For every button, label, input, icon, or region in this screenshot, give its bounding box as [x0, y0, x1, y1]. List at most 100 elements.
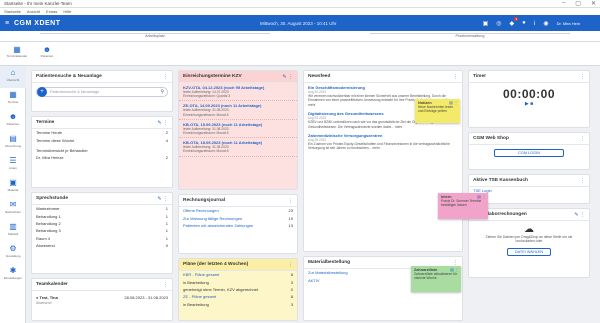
user-icon: ☻ [8, 112, 18, 121]
menu-item[interactable]: Hilfe [63, 9, 71, 14]
sticky-note[interactable]: Notizen ▤ ⋮ Neue Nachrichten lesen und E… [415, 99, 460, 123]
edit-icon[interactable]: ✎ ⋮ [157, 196, 168, 202]
sidebar: ⌂ Übersicht ▦ Termine ☻ Patienten ▤ Abrechnu… [0, 66, 26, 323]
sidebar-item-statistik[interactable]: ▥ Statistik [0, 220, 26, 242]
list-item[interactable]: Patienten mit abweichenden Zahlungen 13 [179, 222, 297, 229]
list-item[interactable]: in Bearbeitung 3 [179, 301, 297, 308]
timer-controls: ▶ ■ [469, 101, 589, 107]
sidebar-item-nachrichten[interactable]: ✉ Nachrichten [0, 198, 26, 220]
play-icon[interactable]: ▶ [525, 101, 529, 107]
chat-icon[interactable]: ◎ [496, 20, 501, 27]
list-item[interactable]: Offene Rechnungen 23 [179, 207, 297, 214]
more-icon[interactable]: ⋮ [580, 74, 585, 80]
close-window-button[interactable]: ✕ [591, 0, 596, 7]
edit-icon[interactable]: ✎ ⋮ [282, 74, 293, 80]
quick-patienten[interactable]: ☻ Patienten [34, 45, 60, 58]
menu-item[interactable]: Startseite [4, 9, 21, 14]
more-icon[interactable]: ⋮ [453, 260, 458, 266]
sidebar-item-abrechnung[interactable]: ▤ Abrechnung [0, 132, 26, 154]
app-header: ≡ CGM XDENT Mittwoch, 30. August 2023 - … [0, 15, 600, 31]
sticky-note[interactable]: Zahnarztliste ▤ ⋮ Zahnarztliste aktualis… [411, 266, 461, 292]
bell-icon[interactable]: ◆ 1 [509, 16, 519, 27]
sidebar-item-verwaltung[interactable]: ⚙ Verwaltung [0, 242, 26, 264]
list-item[interactable]: Abwesend 0 [32, 242, 172, 249]
card-title: Materialbestellung [308, 260, 351, 265]
menu-item[interactable]: Extras [46, 9, 57, 14]
list-item[interactable]: Zur Mahnung fällige Rechnungen 19 [179, 214, 297, 221]
more-icon[interactable]: ⋮ [163, 282, 168, 288]
more-icon[interactable]: ⋮ [453, 74, 458, 80]
avatar-icon[interactable]: ◉ [543, 20, 548, 27]
choose-file-button[interactable]: DATEI WÄHLEN [507, 247, 551, 256]
patient-search-field[interactable]: + Patientensuche & Neuanlage ⚲ [36, 87, 168, 97]
header-tools: ▣ ◎ ◆ 1 ● ⅰ ◉ Dr. Mira Hein [483, 16, 580, 27]
list-item[interactable]: Termine diese Woche 4 [32, 136, 172, 143]
card-title: Patientensuche & Neuanlage [36, 74, 102, 79]
list-item[interactable]: KB-OTA, 18.09.2023 (noch 11 Arbeitstage)… [179, 138, 297, 157]
search-placeholder: Patientensuche & Neuanlage [50, 90, 100, 94]
pin-icon[interactable]: ▤ ⋮ [477, 194, 486, 199]
tab-arbeitsplatz[interactable]: Arbeitsplatz [40, 33, 270, 41]
doc-icon: ▤ [9, 134, 17, 143]
pin-icon[interactable]: ▤ ⋮ [450, 267, 459, 272]
sidebar-item-patienten[interactable]: ☻ Patienten [0, 110, 26, 132]
sidebar-item-einstellungen[interactable]: ✱ Einstellungen [0, 264, 26, 286]
info-icon[interactable]: ⅰ [534, 20, 536, 27]
list-item[interactable]: ZE - Pläne gesamt 8 [179, 293, 297, 300]
more-icon[interactable]: ⋮ [580, 178, 585, 184]
sidebar-item-listen[interactable]: ☰ Listen [0, 154, 26, 176]
menu-item[interactable]: Ansicht [27, 9, 40, 14]
pin-icon[interactable]: ▤ ⋮ [449, 100, 458, 105]
einreichung-card: Einreichungstermine KZV ✎ ⋮ KZV-OTA, 04.1… [178, 70, 298, 190]
gear-icon: ⚙ [9, 244, 17, 253]
hamburger-menu-icon[interactable]: ≡ [0, 20, 14, 27]
edit-icon[interactable]: ✎ ⋮ [157, 120, 168, 126]
more-icon[interactable]: ⋮ [580, 136, 585, 142]
lock-icon[interactable]: ● [522, 20, 526, 26]
notification-badge: 1 [514, 16, 519, 21]
timer-display: 00:00:00 [502, 87, 556, 101]
more-icon[interactable]: ⋮ [288, 198, 293, 204]
stop-icon[interactable]: ■ [530, 101, 533, 107]
team-member-row[interactable]: ● Test, Tina Abwesend 28.08.2023 - 31.08.… [32, 291, 172, 306]
edit-icon[interactable]: ✎ ⋮ [574, 212, 585, 218]
quick-icon-row: ▦ Terminkalender ☻ Patienten [0, 42, 600, 66]
list-item[interactable]: Behandlung 21 [32, 220, 172, 227]
list-item[interactable]: Terminübersicht je Behandler [32, 147, 172, 154]
more-icon[interactable]: ⋮ [163, 74, 168, 80]
sticky-note[interactable]: Intern ▤ ⋮ Praxis Dr. Sommer Termine bes… [438, 193, 488, 219]
teamkalender-card: Teamkalender ⋮ ● Test, Tina Abwesend 28.08… [31, 278, 173, 321]
list-item[interactable]: Wartezimmer 1 [32, 205, 172, 212]
tab-praxisverwaltung[interactable]: Praxisverwaltung [370, 33, 570, 41]
sidebar-item-material[interactable]: ▣ Material [0, 176, 26, 198]
patients-icon: ☻ [42, 45, 52, 54]
search-icon[interactable]: ⚲ [160, 89, 164, 95]
minimize-button[interactable]: – [562, 0, 565, 7]
list-item[interactable]: KB-OTA, 15.09.2023 (noch 11 Arbeitstage)… [179, 120, 297, 139]
card-title: Pläne (der letzten 4 Wochen) [183, 262, 249, 267]
window-title: Startseite - Ihr mein Kanzlei-Team [4, 1, 72, 6]
menu-bar: Startseite Ansicht Extras Hilfe [0, 8, 600, 15]
news-item[interactable]: Zahnmedizinische Versorgungszentren Aug 2… [304, 131, 462, 153]
list-item[interactable]: Behandlung 31 [32, 227, 172, 234]
list-item[interactable]: ZE-OTA, 14.09.2023 (noch 11 Arbeitstage)… [179, 101, 297, 120]
list-item[interactable]: Behandlung 11 [32, 212, 172, 219]
list-item[interactable]: KBR - Pläne gesamt 8 [179, 271, 297, 278]
list-item[interactable]: Termine Heute 2 [32, 129, 172, 136]
user-name[interactable]: Dr. Mira Hein [557, 21, 580, 26]
maximize-button[interactable]: ▢ [575, 0, 581, 7]
more-icon[interactable]: ⋮ [288, 262, 293, 268]
quick-terminkalender[interactable]: ▦ Terminkalender [4, 45, 30, 58]
list-item[interactable]: Raum 41 [32, 235, 172, 242]
list-item[interactable]: KZV-OTA, 04.12.2023 (noch 95 Arbeitstage… [179, 83, 297, 102]
add-patient-button[interactable]: + [37, 87, 47, 97]
avatar-icon: ● [36, 295, 39, 300]
monitor-icon[interactable]: ▣ [483, 20, 489, 27]
list-item[interactable]: genehmigt ohne Termin, KZV abgerechnet 0 [179, 286, 297, 293]
header-datetime: Mittwoch, 30. August 2023 - 10:41 Uhr [260, 20, 337, 26]
sidebar-item-uebersicht[interactable]: ⌂ Übersicht [0, 66, 26, 88]
list-item[interactable]: in Bearbeitung 3 [179, 278, 297, 285]
list-item[interactable]: Dr. Mira Heinze 2 [32, 154, 172, 161]
sidebar-item-termine[interactable]: ▦ Termine [0, 88, 26, 110]
cgm-login-button[interactable]: CGM LOGIN [494, 149, 564, 157]
